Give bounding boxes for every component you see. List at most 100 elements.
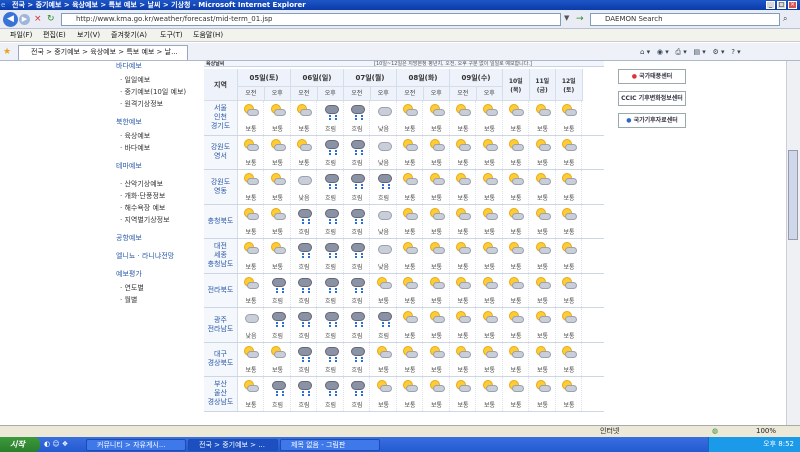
sidebar-heading[interactable]: 예보평가: [116, 269, 142, 279]
cloud-rain-icon: [324, 139, 339, 153]
sidebar-item[interactable]: · 월별: [120, 295, 137, 305]
sidebar-item[interactable]: · 육상예보: [120, 131, 150, 141]
sidebar-heading[interactable]: 공항예보: [116, 233, 142, 243]
back-button[interactable]: ◀: [3, 12, 18, 27]
forecast-label: 보통: [536, 125, 549, 133]
forecast-cell: 보통: [238, 342, 264, 376]
stop-icon[interactable]: ×: [34, 14, 44, 24]
cloud-icon: [432, 316, 445, 323]
sidebar-item[interactable]: · 개화·단풍정보: [120, 191, 165, 201]
am-header: 오전: [238, 87, 265, 101]
forecast-label: 보통: [563, 298, 575, 305]
sidebar-heading[interactable]: 테마예보: [116, 161, 142, 171]
forecast-cell: 보통: [503, 273, 529, 307]
sidebar-item[interactable]: · 해수욕장 예보: [120, 203, 165, 213]
scrollbar-thumb[interactable]: [788, 150, 798, 240]
cloud-icon: [459, 178, 471, 185]
rain-icon: [302, 218, 310, 222]
refresh-icon[interactable]: ↻: [47, 14, 57, 24]
menu-view[interactable]: 보기(V): [77, 31, 100, 40]
forecast-label: 보통: [536, 367, 549, 374]
tab-active[interactable]: 전국 > 중기예보 > 육상예보 > 특보 예보 > 날...: [18, 45, 188, 60]
forecast-label: 보통: [483, 401, 496, 409]
link-climate-info-center[interactable]: CCIC 기후변화정보센터: [618, 91, 686, 106]
menu-file[interactable]: 파일(F): [10, 31, 32, 40]
sidebar-item[interactable]: · 연도별: [120, 283, 144, 293]
forecast-cell: 보통: [503, 342, 529, 376]
forecast-label: 보통: [245, 401, 257, 409]
region-label: 강원도 영동: [204, 170, 238, 204]
feeds-icon[interactable]: ◉: [657, 48, 663, 56]
favorites-star-icon[interactable]: ★: [3, 47, 13, 57]
task-ie-active[interactable]: 전국 > 중기예보 > ...: [188, 439, 278, 451]
sidebar-item[interactable]: · 원격기상정보: [120, 99, 163, 109]
link-climate-data-center[interactable]: ● 국가기후자료센터: [618, 113, 686, 128]
forecast-cell: 보통: [450, 342, 476, 376]
task-community[interactable]: 커뮤니티 > 자유게시...: [86, 439, 186, 451]
print-icon[interactable]: ⎙: [675, 48, 681, 56]
clock[interactable]: 오후 8:52: [763, 440, 794, 448]
sun-cloud-icon: [270, 345, 286, 359]
sun-cloud-icon: [562, 311, 577, 324]
page-icon[interactable]: ▤: [693, 48, 700, 56]
table-row: 충청북도 보통 보통 흐림 흐림 흐림 낮음 보통 보통 보통 보통 보통 보통 보통: [204, 204, 604, 239]
maximize-button[interactable]: □: [777, 1, 786, 9]
forecast-cell: 낮음: [238, 308, 264, 342]
tools-icon[interactable]: ⚙: [712, 48, 718, 56]
help-icon[interactable]: ?: [731, 48, 735, 56]
command-bar: ⌂ ▾ ◉ ▾ ⎙ ▾ ▤ ▾ ⚙ ▾ ? ▾: [640, 48, 741, 56]
cloud-icon: [432, 109, 445, 116]
forecast-label: 보통: [483, 194, 496, 202]
cloud-icon: [377, 174, 392, 183]
cloud-icon: [351, 277, 365, 287]
home-icon[interactable]: ⌂: [640, 48, 644, 56]
quick-launch[interactable]: ◐ ☺ ❖: [44, 440, 74, 450]
forward-button[interactable]: ▶: [19, 14, 30, 25]
sidebar-heading[interactable]: 바다예보: [116, 61, 142, 71]
sidebar-item[interactable]: · 바다예보: [120, 143, 150, 153]
pm-header: 오후: [370, 87, 397, 101]
go-button[interactable]: →: [576, 13, 587, 26]
forecast-cell: 보통: [238, 101, 264, 135]
cloud-icon: [512, 385, 524, 392]
forecast-cell: 보통: [238, 135, 264, 169]
sun-cloud-icon: [562, 138, 577, 152]
forecast-label: 흐림: [324, 194, 337, 202]
close-button[interactable]: ×: [788, 1, 797, 9]
forecast-label: 보통: [457, 125, 469, 133]
task-paint[interactable]: 제목 없음 - 그림판: [280, 439, 380, 451]
forecast-label: 보통: [510, 367, 522, 374]
start-button[interactable]: 시작: [0, 437, 40, 452]
forecast-label: 흐림: [298, 401, 310, 409]
vertical-scrollbar[interactable]: [786, 61, 800, 425]
menu-edit[interactable]: 편집(E): [43, 31, 66, 40]
sun-cloud-icon: [456, 380, 471, 393]
forecast-cell: 보통: [450, 239, 476, 273]
sidebar-heading[interactable]: 북한예보: [116, 117, 142, 127]
cloud-rain-icon: [324, 277, 339, 291]
minimize-button[interactable]: _: [766, 1, 775, 9]
sidebar-item[interactable]: · 중기예보(10일 예보): [120, 87, 186, 97]
sidebar-item[interactable]: · 산악기상예보: [120, 179, 163, 189]
menu-favorites[interactable]: 즐겨찾기(A): [111, 31, 147, 40]
zoom-level[interactable]: 100%: [756, 426, 776, 437]
rain-icon: [328, 391, 337, 394]
sidebar-heading[interactable]: 엘니뇨 · 라니냐전망: [116, 251, 174, 261]
sidebar-item[interactable]: · 일일예보: [120, 75, 150, 85]
url-input[interactable]: http://www.kma.go.kr/weather/forecast/mi…: [61, 13, 561, 26]
menu-tools[interactable]: 도구(T): [160, 31, 183, 40]
cloud-icon: [565, 109, 577, 116]
cloud-icon: [351, 381, 365, 390]
menu-help[interactable]: 도움말(H): [193, 31, 223, 40]
search-input[interactable]: DAEMON Search: [590, 13, 780, 26]
forecast-cell: 보통: [397, 170, 423, 204]
link-typhoon-center[interactable]: ● 국가태풍센터: [618, 69, 686, 84]
forecast-cell: 보통: [450, 377, 476, 411]
forecast-label: 보통: [457, 401, 469, 409]
forecast-label: 흐림: [351, 194, 363, 202]
sun-cloud-icon: [535, 104, 551, 117]
address-dropdown-icon[interactable]: ▼: [564, 14, 574, 24]
sidebar-item[interactable]: · 지역별기상정보: [120, 215, 170, 225]
search-icon[interactable]: ⌕: [783, 14, 795, 25]
pm-header: 오후: [423, 87, 450, 101]
